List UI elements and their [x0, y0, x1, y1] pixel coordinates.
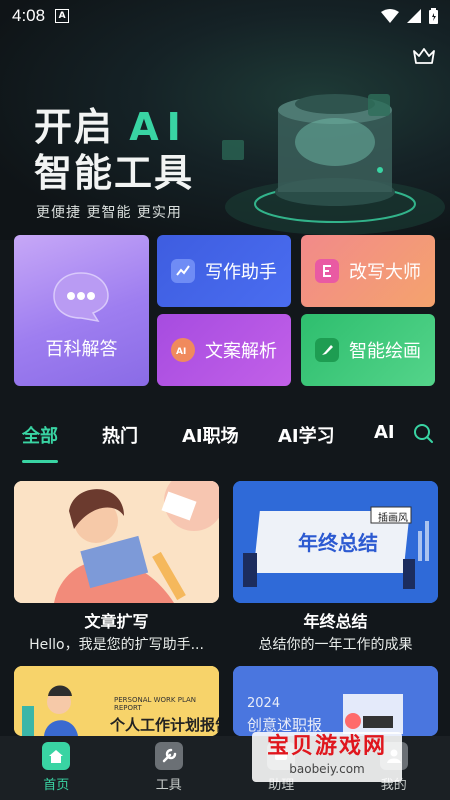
watermark-url: baobeiy.com — [289, 762, 365, 776]
tab-all[interactable]: 全部 — [22, 422, 58, 448]
site-watermark: 宝贝游戏网 baobeiy.com — [252, 732, 402, 782]
status-a-icon: A — [55, 9, 70, 23]
wrench-icon — [154, 742, 183, 770]
card-image-text: 年终总结 — [298, 531, 378, 555]
card-desc: Hello，我是您的扩写助手... — [29, 637, 204, 653]
card-desc: 总结你的一年工作的成果 — [258, 637, 413, 653]
search-icon[interactable] — [412, 422, 434, 444]
feature-label: 写作助手 — [205, 262, 277, 283]
girl-reading-illustration — [14, 481, 219, 603]
feature-card-painting[interactable]: 智能绘画 — [301, 314, 435, 386]
style-tag: 插画风 — [378, 513, 408, 524]
card-title: 文章扩写 — [84, 612, 149, 631]
tab-hot[interactable]: 热门 — [102, 422, 138, 448]
feature-card-copy-analysis[interactable]: AI 文案解析 — [157, 314, 291, 386]
ai-analysis-icon: AI — [171, 338, 195, 362]
card-title: 年终总结 — [303, 612, 368, 631]
card-image-creative-report[interactable]: 2024 创意述职报 — [233, 666, 438, 736]
hero-subtitle: 更便捷 更智能 更实用 — [36, 205, 182, 221]
svg-text:AI: AI — [176, 347, 186, 356]
feature-label: 文案解析 — [205, 341, 277, 362]
feature-card-rewrite[interactable]: 改写大师 — [301, 235, 435, 307]
feature-card-writing[interactable]: 写作助手 — [157, 235, 291, 307]
vip-crown-icon[interactable] — [412, 46, 436, 66]
battery-icon — [429, 8, 438, 24]
status-time: 4:08 — [12, 6, 46, 25]
feature-label: 改写大师 — [349, 262, 421, 283]
card-image-year-end-summary[interactable]: 插画风 年终总结 — [233, 481, 438, 603]
chat-bubble-icon — [53, 272, 109, 323]
ai-device-illustration — [222, 94, 445, 235]
nav-item-home[interactable]: 首页 — [0, 736, 113, 800]
status-bar: 4:08 A — [0, 0, 450, 32]
writing-icon — [171, 259, 195, 283]
feature-big-label: 百科解答 — [45, 339, 118, 360]
nav-item-tools[interactable]: 工具 — [113, 736, 226, 800]
nav-label: 首页 — [43, 778, 70, 793]
category-tabs: 全部 热门 AI职场 AI学习 AI — [0, 412, 450, 464]
card-image-small-text: 2024 — [247, 696, 281, 711]
hero-title-line2: 智能工具 — [34, 151, 195, 195]
nav-label: 工具 — [155, 778, 182, 793]
card-image-work-plan[interactable]: PERSONAL WORK PLAN REPORT 个人工作计划报告 — [14, 666, 219, 736]
active-tab-indicator — [22, 460, 58, 463]
card-image-text: 个人工作计划报告 — [110, 716, 219, 734]
hero-title: 开启 AI 智能工具 — [34, 104, 194, 196]
home-icon — [42, 742, 71, 770]
watermark-main: 宝贝游戏网 — [266, 734, 387, 759]
rewrite-icon — [315, 259, 339, 283]
card-image-article-expand[interactable] — [14, 481, 219, 603]
tab-ai-workplace[interactable]: AI职场 — [182, 422, 239, 448]
hero-title-prefix: 开启 — [34, 105, 115, 149]
brush-icon — [315, 338, 339, 362]
signal-icon — [407, 9, 421, 23]
tab-ai-learning[interactable]: AI学习 — [278, 422, 335, 448]
card-image-small-text: PERSONAL WORK PLAN REPORT — [114, 696, 197, 712]
feature-card-encyclopedia[interactable]: 百科解答 — [14, 235, 149, 386]
hero-title-ai: AI — [129, 105, 189, 149]
feature-label: 智能绘画 — [349, 341, 421, 362]
wifi-icon — [381, 9, 399, 23]
tab-ai-more[interactable]: AI — [374, 422, 395, 443]
